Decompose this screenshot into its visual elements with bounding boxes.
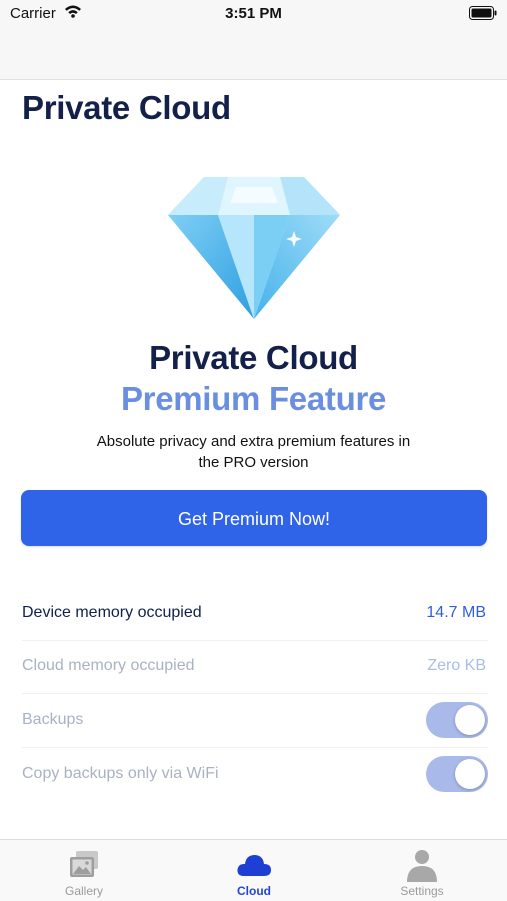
device-memory-label: Device memory occupied	[22, 604, 202, 621]
tab-gallery[interactable]: Gallery	[24, 840, 144, 901]
cloud-memory-label: Cloud memory occupied	[22, 657, 195, 674]
tab-settings[interactable]: Settings	[362, 840, 482, 901]
navigation-bar	[0, 28, 507, 80]
battery-icon	[469, 6, 497, 25]
promo-subtitle: Premium Feature	[120, 380, 387, 417]
wifi-only-label: Copy backups only via WiFi	[22, 765, 219, 782]
backups-row: Backups	[22, 694, 488, 748]
tab-cloud[interactable]: Cloud	[194, 840, 314, 901]
promo-title: Private Cloud	[149, 339, 358, 376]
tab-label: Gallery	[64, 884, 103, 898]
tab-bar: Gallery Cloud Settings	[0, 839, 507, 901]
status-time: 3:51 PM	[225, 5, 282, 22]
cloud-icon	[236, 848, 272, 882]
toggle-knob	[455, 759, 485, 789]
wifi-only-toggle[interactable]	[426, 756, 488, 792]
device-memory-value: 14.7 MB	[426, 604, 486, 621]
promo-description: Absolute privacy and extra premium featu…	[96, 433, 411, 471]
person-icon	[404, 848, 440, 882]
toggle-knob	[455, 705, 485, 735]
backups-toggle[interactable]	[426, 702, 488, 738]
page-title: Private Cloud	[22, 89, 231, 126]
cloud-memory-row: Cloud memory occupied Zero KB	[22, 640, 488, 694]
backups-label: Backups	[22, 711, 84, 728]
get-premium-button[interactable]: Get Premium Now!	[21, 490, 487, 546]
tab-label: Cloud	[237, 884, 271, 898]
tab-label: Settings	[400, 884, 444, 898]
cloud-memory-value: Zero KB	[427, 657, 486, 674]
wifi-only-row: Copy backups only via WiFi	[22, 748, 488, 801]
device-memory-row: Device memory occupied 14.7 MB	[22, 587, 488, 641]
diamond-icon	[166, 173, 342, 326]
gallery-icon	[66, 848, 102, 882]
status-bar: Carrier 3:51 PM	[0, 0, 507, 28]
